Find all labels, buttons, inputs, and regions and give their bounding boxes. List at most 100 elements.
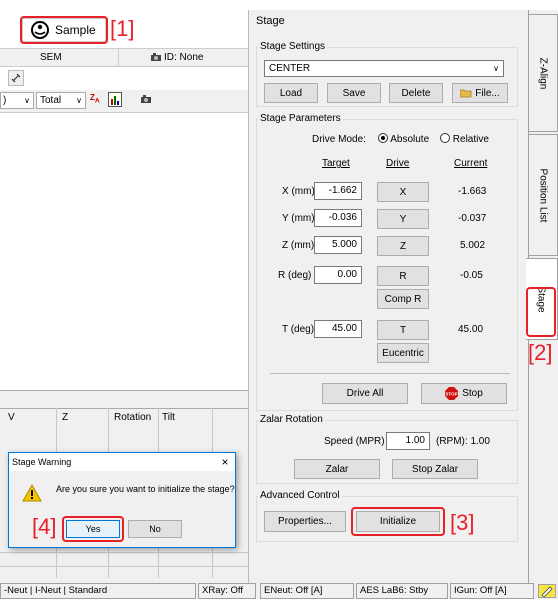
grid-header-row xyxy=(0,408,248,409)
stop-zalar-button[interactable]: Stop Zalar xyxy=(392,459,478,479)
chevron-down-icon: ∨ xyxy=(493,64,499,73)
status-igun: IGun: Off [A] xyxy=(450,583,534,599)
file-button[interactable]: File... xyxy=(452,83,508,103)
comp-r-button[interactable]: Comp R xyxy=(377,289,429,309)
dialog-message: Are you sure you want to initialize the … xyxy=(56,484,235,494)
x-current-value: -1.663 xyxy=(458,186,487,197)
col-header-tilt: Tilt xyxy=(162,412,175,423)
dialog-no-button[interactable]: No xyxy=(128,520,182,538)
drive-all-button[interactable]: Drive All xyxy=(322,383,408,404)
camera-capture-icon[interactable] xyxy=(140,94,152,105)
folder-icon xyxy=(459,88,472,98)
properties-button[interactable]: Properties... xyxy=(264,511,346,532)
drive-t-button[interactable]: T xyxy=(377,320,429,340)
tab-z-align[interactable]: Z-Align xyxy=(528,14,558,132)
col-header-z: Z xyxy=(62,412,69,423)
preset-dropdown[interactable]: CENTER ∨ xyxy=(264,60,504,77)
target-column-header: Target xyxy=(322,158,350,169)
save-button[interactable]: Save xyxy=(327,83,381,103)
t-target-input[interactable]: 45.00 xyxy=(314,320,362,338)
dialog-title: Stage Warning xyxy=(12,457,72,467)
left-header-row xyxy=(0,48,248,67)
y-target-input[interactable]: -0.036 xyxy=(314,209,362,227)
col-header-v: V xyxy=(8,412,15,423)
annotation-label-4: [4] xyxy=(32,514,57,539)
zalar-button[interactable]: Zalar xyxy=(294,459,380,479)
advanced-control-legend: Advanced Control xyxy=(258,490,342,501)
camera-icon xyxy=(150,52,162,62)
pencil-icon[interactable] xyxy=(538,584,556,598)
rpm-readout: (RPM): 1.00 xyxy=(436,436,490,447)
dialog-close-icon[interactable]: × xyxy=(218,455,232,469)
y-current-value: -0.037 xyxy=(458,213,487,224)
load-button[interactable]: Load xyxy=(264,83,318,103)
tab-position-list-label: Position List xyxy=(537,168,549,222)
link-tool-button[interactable] xyxy=(8,70,24,86)
stop-sign-icon: STOP xyxy=(445,387,459,400)
tab-position-list[interactable]: Position List xyxy=(528,134,558,256)
x-target-input[interactable]: -1.662 xyxy=(314,182,362,200)
grid-hline xyxy=(0,566,248,567)
eucentric-button[interactable]: Eucentric xyxy=(377,343,429,363)
relative-radio[interactable]: Relative xyxy=(440,133,489,145)
stage-settings-legend: Stage Settings xyxy=(258,41,328,52)
y-axis-label: Y (mm) xyxy=(282,213,315,224)
annotation-label-3: [3] xyxy=(450,510,475,535)
current-column-header: Current xyxy=(454,158,488,169)
index-dropdown[interactable]: ) ∨ xyxy=(0,92,34,109)
relative-label: Relative xyxy=(452,134,489,145)
status-mode: -Neut | I-Neut | Standard xyxy=(0,583,196,599)
chart-icon[interactable] xyxy=(108,92,122,107)
annotation-label-2: [2] xyxy=(528,340,553,365)
sort-icon[interactable]: ZA xyxy=(90,93,104,107)
total-dropdown[interactable]: Total ∨ xyxy=(36,92,86,109)
grid-hline xyxy=(0,552,248,553)
t-current-value: 45.00 xyxy=(458,324,484,335)
annotation-label-1: [1] xyxy=(110,16,135,41)
radio-unselected-icon xyxy=(440,133,450,143)
status-xray: XRay: Off xyxy=(198,583,256,599)
stage-panel-title: Stage xyxy=(256,15,285,27)
absolute-label: Absolute xyxy=(390,134,430,145)
annotation-box-1 xyxy=(20,16,108,44)
speed-mpr-label: Speed (MPR) xyxy=(324,436,385,447)
radio-selected-icon xyxy=(378,133,388,143)
parameters-divider xyxy=(270,373,510,374)
annotation-box-2 xyxy=(526,287,556,337)
drive-y-button[interactable]: Y xyxy=(377,209,429,229)
col-header-rotation: Rotation xyxy=(114,412,152,423)
preset-value: CENTER xyxy=(269,63,311,74)
list-area-divider xyxy=(0,112,248,113)
zalar-rotation-legend: Zalar Rotation xyxy=(258,414,325,425)
total-label: Total xyxy=(40,95,62,106)
stop-button[interactable]: STOP Stop xyxy=(421,383,507,404)
tab-z-align-label: Z-Align xyxy=(537,57,549,89)
delete-button[interactable]: Delete xyxy=(389,83,443,103)
sem-header: SEM xyxy=(40,52,62,63)
header-divider xyxy=(118,49,119,66)
drive-r-button[interactable]: R xyxy=(377,266,429,286)
speed-mpr-input[interactable]: 1.00 xyxy=(386,432,430,450)
drive-x-button[interactable]: X xyxy=(377,182,429,202)
absolute-radio[interactable]: Absolute xyxy=(378,133,429,145)
t-axis-label: T (deg) xyxy=(282,324,315,335)
status-aes-gun: AES LaB6: Stby xyxy=(356,583,448,599)
drive-z-button[interactable]: Z xyxy=(377,236,429,256)
r-target-input[interactable]: 0.00 xyxy=(314,266,362,284)
r-axis-label: R (deg) xyxy=(278,270,312,281)
stage-parameters-legend: Stage Parameters xyxy=(258,113,343,124)
r-current-value: -0.05 xyxy=(460,270,483,281)
drive-column-header: Drive xyxy=(386,158,410,169)
annotation-box-3 xyxy=(351,507,445,536)
file-button-label: File... xyxy=(475,87,500,99)
sample-id-label: ID: None xyxy=(164,52,204,63)
warning-icon xyxy=(22,483,42,502)
z-current-value: 5.002 xyxy=(460,240,486,251)
stop-sign-text: STOP xyxy=(446,392,458,397)
status-eneut: ENeut: Off [A] xyxy=(260,583,354,599)
annotation-box-4 xyxy=(62,516,124,542)
stop-button-label: Stop xyxy=(462,388,483,399)
x-axis-label: X (mm) xyxy=(282,186,315,197)
z-axis-label: Z (mm) xyxy=(282,240,315,251)
z-target-input[interactable]: 5.000 xyxy=(314,236,362,254)
